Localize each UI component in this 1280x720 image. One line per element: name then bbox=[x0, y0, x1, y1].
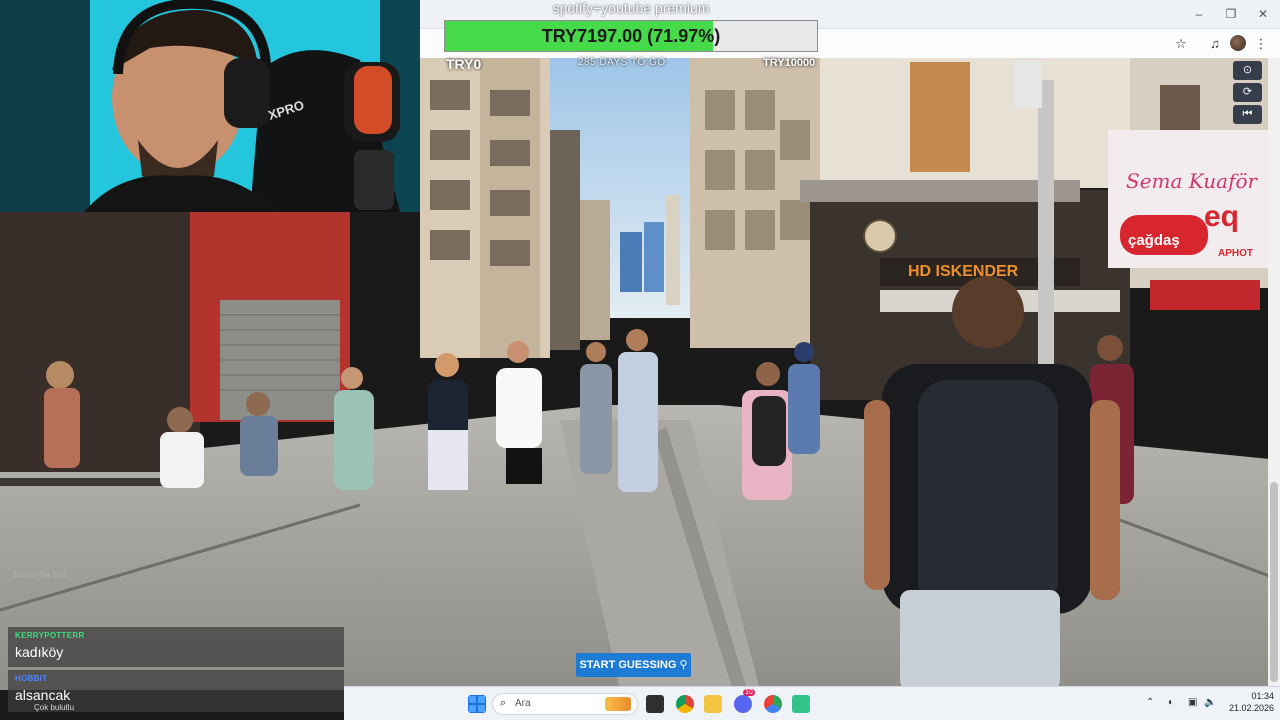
scrollbar-thumb[interactable] bbox=[1270, 482, 1278, 682]
clock-time[interactable]: 01:34 bbox=[1234, 691, 1274, 701]
close-icon[interactable]: ✕ bbox=[1252, 5, 1274, 23]
media-playlist-icon[interactable]: ♫ bbox=[1206, 35, 1224, 53]
streamlabs-icon[interactable] bbox=[792, 695, 810, 713]
search-placeholder: Ara bbox=[515, 698, 531, 709]
search-icon: ⌕ bbox=[500, 697, 507, 709]
store-sign-handwritten: Sema Kuaför bbox=[1126, 169, 1259, 193]
volume-icon[interactable]: 🔈 bbox=[1204, 697, 1216, 708]
rotate-icon[interactable]: ⟳ bbox=[1233, 83, 1262, 102]
webcam-feed-illustration: XPRO bbox=[0, 0, 420, 212]
compass-icon[interactable]: ⊙ bbox=[1233, 61, 1262, 80]
chat-username: HOBBIT bbox=[15, 674, 48, 683]
start-guessing-button[interactable]: START GUESSING ⚲ bbox=[576, 653, 691, 677]
windows-start-icon[interactable] bbox=[468, 695, 486, 713]
goal-min-label: TRY0 bbox=[446, 56, 482, 72]
streamer-webcam: XPRO bbox=[0, 0, 420, 212]
store-sign-partial-sub: APHOT bbox=[1218, 248, 1253, 259]
store-sign-partial: eq bbox=[1204, 200, 1239, 233]
chrome-icon[interactable] bbox=[676, 695, 694, 713]
search-highlight-icon bbox=[605, 697, 631, 711]
chat-text: alsancak bbox=[15, 687, 71, 703]
kebab-menu-icon[interactable]: ⋮ bbox=[1252, 35, 1270, 53]
start-guessing-label: START GUESSING bbox=[579, 659, 677, 671]
chat-faded-message: bunu da bul bbox=[14, 570, 67, 581]
restaurant-sign: HD ISKENDER bbox=[908, 263, 1019, 280]
restore-icon[interactable]: ❐ bbox=[1220, 5, 1242, 23]
page-scrollbar[interactable] bbox=[1268, 58, 1280, 686]
chat-text: kadıköy bbox=[15, 644, 64, 660]
goal-progress-bar: TRY7197.00 (71.97%) bbox=[444, 20, 818, 52]
chat-subtext: Çok bulutlu bbox=[34, 703, 75, 712]
goal-title: spotify+youtube premium bbox=[552, 0, 710, 16]
discord-badge: 10 bbox=[743, 689, 755, 696]
profile-avatar[interactable] bbox=[1230, 35, 1246, 51]
chat-username: KERRYPOTTERR bbox=[15, 631, 85, 640]
display-icon[interactable]: ▣ bbox=[1188, 697, 1197, 708]
discord-icon[interactable]: 10 bbox=[734, 689, 755, 713]
network-icon[interactable]: ◐ bbox=[1168, 697, 1174, 708]
star-icon[interactable]: ☆ bbox=[1172, 35, 1190, 53]
return-to-start-icon[interactable]: ⏮ bbox=[1233, 105, 1262, 124]
goal-days-left: 285 DAYS TO GO bbox=[578, 57, 666, 68]
windows-taskbar: ⌕ Ara 10 ⌃ ◐ ▣ 🔈 01:34 21.02.2026 bbox=[344, 686, 1280, 720]
chat-message: KERRYPOTTERR kadıköy bbox=[8, 627, 344, 667]
tray-overflow-chevron-icon[interactable]: ⌃ bbox=[1146, 697, 1154, 708]
chrome-beta-icon[interactable] bbox=[764, 695, 782, 713]
store-sign-red: çağdaş bbox=[1128, 232, 1180, 249]
file-explorer-icon[interactable] bbox=[704, 695, 722, 713]
goal-max-label: TRY10000 bbox=[763, 57, 816, 69]
map-pin-icon: ⚲ bbox=[679, 659, 688, 671]
minimize-icon[interactable]: – bbox=[1188, 5, 1210, 23]
task-view-icon[interactable] bbox=[646, 695, 664, 713]
goal-amount: TRY7197.00 (71.97%) bbox=[541, 26, 721, 46]
taskbar-search-box[interactable]: ⌕ Ara bbox=[492, 693, 638, 715]
clock-date[interactable]: 21.02.2026 bbox=[1224, 703, 1274, 713]
